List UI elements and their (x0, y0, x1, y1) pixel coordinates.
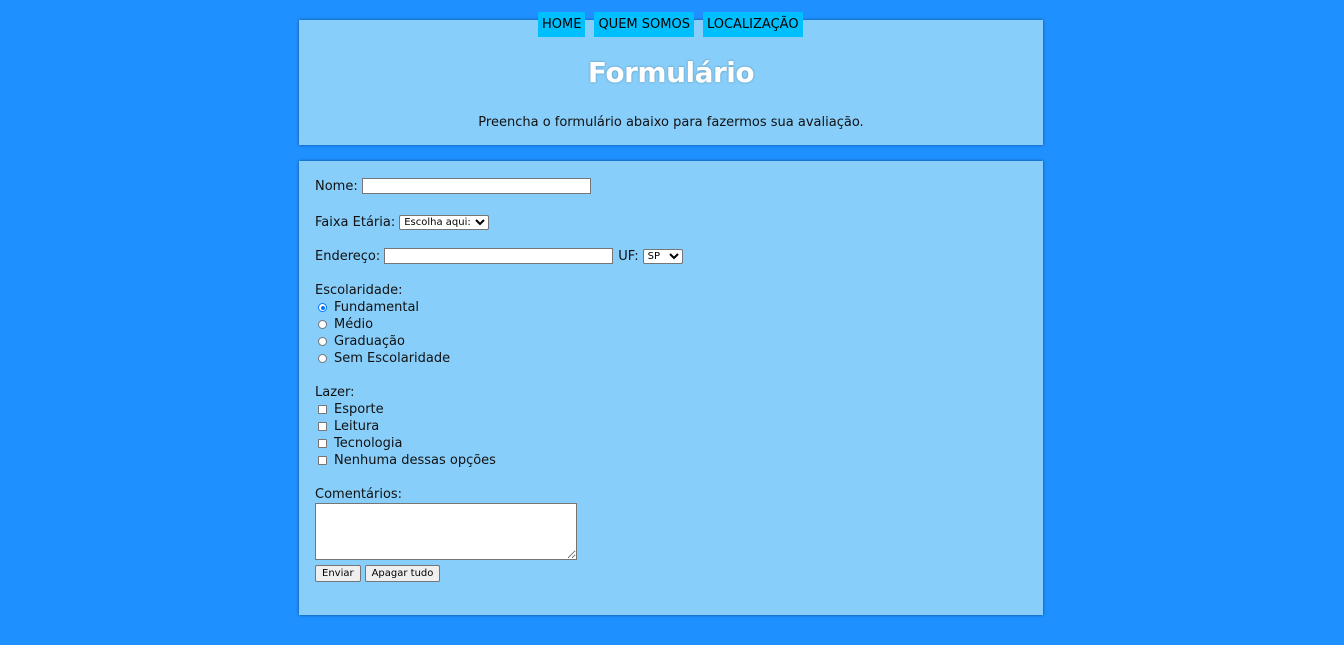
header-panel: Formulário Preencha o formulário abaixo … (299, 20, 1043, 145)
name-row: Nome: (315, 178, 591, 194)
uf-select[interactable]: SP (642, 248, 683, 264)
checkbox-esporte[interactable] (318, 405, 327, 414)
address-input[interactable] (384, 248, 614, 264)
education-option-label: Sem Escolaridade (334, 351, 451, 366)
radio-graduacao[interactable] (318, 337, 327, 346)
leisure-option-label: Tecnologia (334, 436, 403, 451)
checkbox-tecnologia[interactable] (318, 439, 327, 448)
submit-button[interactable]: Enviar (315, 565, 361, 582)
leisure-option-label: Esporte (334, 402, 384, 417)
form-buttons: Enviar Apagar tudo (315, 565, 441, 582)
radio-fundamental[interactable] (318, 303, 327, 312)
uf-label: UF: (618, 248, 639, 264)
education-option-sem-escolaridade[interactable]: Sem Escolaridade (315, 350, 450, 367)
page-subtitle: Preencha o formulário abaixo para fazerm… (478, 115, 864, 130)
leisure-option-nenhuma[interactable]: Nenhuma dessas opções (315, 452, 496, 469)
leisure-option-label: Leitura (334, 419, 380, 434)
comments-label: Comentários: (315, 487, 403, 502)
education-option-label: Graduação (334, 334, 405, 349)
education-option-graduacao[interactable]: Graduação (315, 333, 450, 350)
comments-textarea[interactable] (315, 503, 577, 560)
leisure-option-label: Nenhuma dessas opções (334, 453, 496, 468)
education-option-medio[interactable]: Médio (315, 316, 450, 333)
comments-group: Comentários: (315, 486, 402, 503)
name-input[interactable] (361, 178, 591, 194)
leisure-option-tecnologia[interactable]: Tecnologia (315, 435, 496, 452)
age-label: Faixa Etária: (315, 215, 396, 230)
top-nav: HOME QUEM SOMOS LOCALIZAÇÃO (538, 12, 803, 37)
leisure-option-leitura[interactable]: Leitura (315, 418, 496, 435)
form-panel: Nome: Faixa Etária: Escolha aqui: Endere… (299, 161, 1043, 615)
leisure-title: Lazer: (315, 385, 355, 400)
address-label: Endereço: (315, 248, 381, 264)
education-title: Escolaridade: (315, 283, 403, 298)
radio-medio[interactable] (318, 320, 327, 329)
checkbox-nenhuma[interactable] (318, 456, 327, 465)
leisure-group: Lazer: Esporte Leitura Tecnologia Nenhum… (315, 384, 496, 469)
nav-localizacao-link[interactable]: LOCALIZAÇÃO (702, 12, 803, 37)
education-option-label: Fundamental (334, 300, 420, 315)
education-option-fundamental[interactable]: Fundamental (315, 299, 450, 316)
nav-home-link[interactable]: HOME (538, 12, 586, 37)
checkbox-leitura[interactable] (318, 422, 327, 431)
reset-button[interactable]: Apagar tudo (364, 565, 441, 582)
age-select[interactable]: Escolha aqui: (399, 215, 490, 230)
name-label: Nome: (315, 178, 358, 194)
nav-quem-somos-link[interactable]: QUEM SOMOS (594, 12, 694, 37)
radio-sem-escolaridade[interactable] (318, 354, 327, 363)
age-row: Faixa Etária: Escolha aqui: (315, 215, 490, 230)
address-row: Endereço: UF: SP (315, 248, 683, 264)
education-option-label: Médio (334, 317, 374, 332)
education-group: Escolaridade: Fundamental Médio Graduaçã… (315, 282, 450, 367)
page-title: Formulário (587, 56, 755, 89)
leisure-option-esporte[interactable]: Esporte (315, 401, 496, 418)
